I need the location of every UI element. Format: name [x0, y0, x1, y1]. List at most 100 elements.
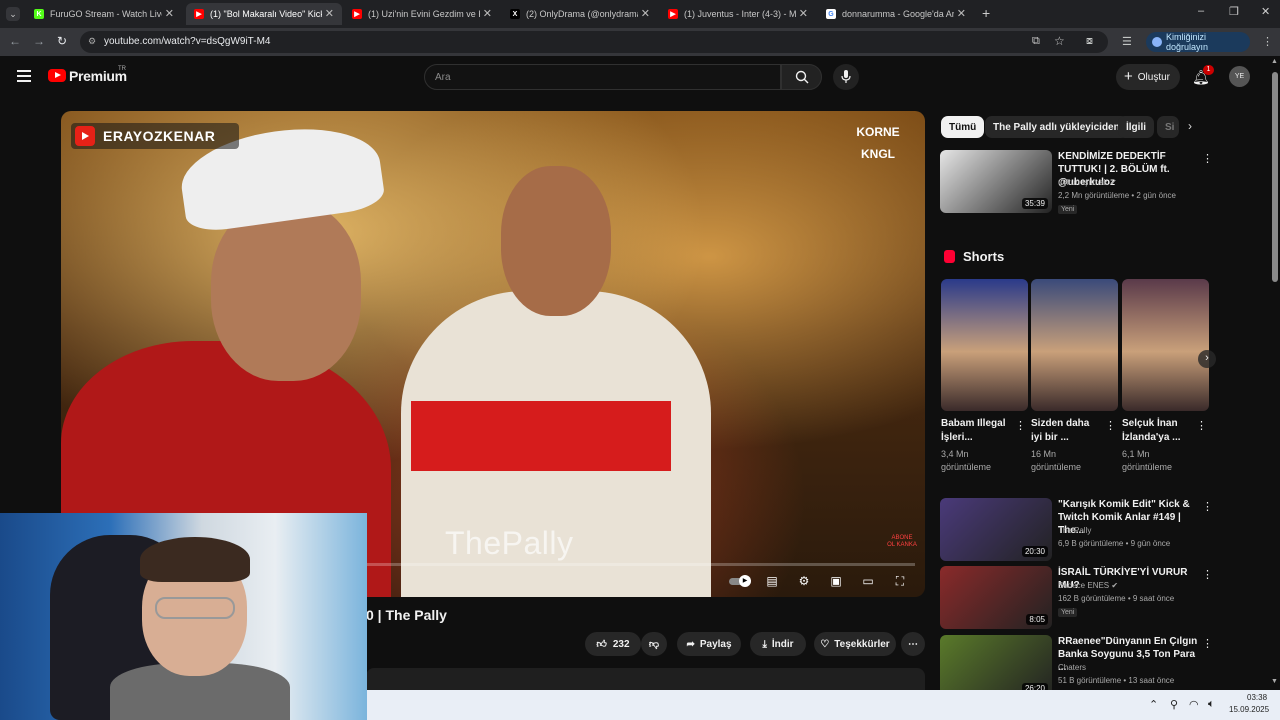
close-window-icon[interactable]: ✕ — [1261, 5, 1270, 18]
scrollbar-thumb[interactable] — [1272, 72, 1278, 282]
create-button[interactable]: + Oluştur — [1116, 64, 1180, 90]
site-info-icon[interactable]: ⚙ — [88, 36, 96, 47]
scroll-down-icon[interactable]: ▼ — [1271, 678, 1278, 685]
url-field[interactable]: ⚙ youtube.com/watch?v=dsQgW9iT-M4 ⧉ ☆ — [80, 31, 1108, 53]
tab-close-icon[interactable]: ✕ — [957, 7, 966, 20]
video-frame-flag — [411, 401, 671, 471]
theater-mode-icon[interactable]: ▭ — [859, 573, 877, 589]
short-title[interactable]: Sizden daha iyi bir ... — [1031, 417, 1101, 445]
browser-tab[interactable]: ▶ (1) "Bol Makaralı Video" Kick & ✕ — [186, 3, 342, 25]
like-button[interactable]: 👍︎ 232 — [585, 632, 641, 656]
chips-next-icon[interactable]: › — [1188, 119, 1192, 133]
recommended-video[interactable]: 20:30 "Karışık Komik Edit" Kick & Twitch … — [940, 498, 1213, 562]
autoplay-toggle[interactable]: ▶ — [727, 573, 753, 589]
download-button[interactable]: ⤓ İndir — [750, 632, 806, 656]
download-label: İndir — [771, 638, 794, 650]
reading-list-icon[interactable]: ☰ — [1122, 35, 1132, 48]
search-box[interactable] — [424, 64, 781, 90]
more-options-icon[interactable]: ⋮ — [1202, 152, 1213, 165]
more-options-icon[interactable]: ⋮ — [1202, 637, 1213, 650]
description-box[interactable] — [366, 668, 925, 690]
account-avatar[interactable]: YE — [1229, 66, 1250, 87]
bookmark-star-icon[interactable]: ☆ — [1054, 34, 1065, 48]
volume-icon[interactable]: 🔈︎ — [1208, 698, 1215, 711]
wifi-icon[interactable]: ◠ — [1189, 698, 1199, 711]
more-options-icon[interactable]: ⋮ — [1105, 419, 1116, 432]
filter-chip[interactable]: The Pally adlı yükleyiciden — [985, 116, 1128, 138]
short-thumbnail[interactable] — [941, 279, 1028, 411]
tab-favicon-icon: ▶ — [194, 9, 204, 19]
taskbar-clock-date[interactable]: 15.09.2025 — [1229, 705, 1269, 714]
channel-name[interactable]: The Pally — [1058, 526, 1091, 535]
video-thumbnail[interactable]: 26:20 — [940, 635, 1052, 698]
short-title[interactable]: Selçuk İnan İzlanda'ya ... — [1122, 417, 1192, 445]
browser-tab[interactable]: Gdonnarumma - Google'da Ara ✕ — [818, 3, 974, 25]
browser-tab[interactable]: ▶ (1) Juventus - Inter (4-3) - Maç ✕ — [660, 3, 816, 25]
tab-close-icon[interactable]: ✕ — [165, 7, 174, 20]
channel-name[interactable]: Orkun Işıtmak ✔ — [1058, 178, 1117, 187]
youtube-logo-icon[interactable] — [48, 69, 66, 82]
tab-close-icon[interactable]: ✕ — [325, 7, 334, 20]
channel-name[interactable]: Sadece ENES ✔ — [1058, 581, 1118, 590]
more-options-icon[interactable]: ⋮ — [1202, 568, 1213, 581]
filter-chip[interactable]: Tümü — [941, 116, 985, 138]
video-duration: 35:39 — [1021, 198, 1048, 209]
search-button[interactable] — [781, 64, 822, 90]
short-item[interactable]: Babam Illegal İşleri... 3,4 Mn görüntülem… — [941, 279, 1028, 472]
minimize-icon[interactable]: – — [1198, 5, 1204, 17]
taskbar-clock-time[interactable]: 03:38 — [1247, 693, 1267, 702]
subtitles-icon[interactable]: ▤ — [763, 573, 781, 589]
maximize-icon[interactable]: ❐ — [1229, 5, 1239, 18]
shorts-next-icon[interactable]: › — [1198, 350, 1216, 368]
tab-close-icon[interactable]: ✕ — [483, 7, 492, 20]
microphone-icon — [841, 70, 851, 83]
hamburger-menu-icon[interactable] — [17, 70, 31, 82]
back-icon[interactable]: ← — [9, 34, 21, 48]
verify-identity-button[interactable]: Kimliğinizi doğrulayın — [1146, 32, 1250, 52]
short-item[interactable]: Selçuk İnan İzlanda'ya ... 6,1 Mn görüntü… — [1122, 279, 1209, 472]
more-options-icon[interactable]: ⋮ — [1202, 500, 1213, 513]
browser-tab-bar: ⌄ KFuruGO Stream - Watch Live or✕▶(1) "B… — [0, 0, 1280, 28]
tab-close-icon[interactable]: ✕ — [799, 7, 808, 20]
browser-tab[interactable]: X (2) OnlyDrama (@onlydramaX)✕ — [502, 3, 658, 25]
scroll-up-icon[interactable]: ▲ — [1271, 58, 1278, 65]
recommended-video[interactable]: 8:05 İSRAİL TÜRKİYE'Yİ VURUR MU? Sadece EN… — [940, 566, 1213, 630]
miniplayer-icon[interactable]: ▣ — [827, 573, 845, 589]
filter-chip[interactable]: İlgili — [1118, 116, 1154, 138]
new-tab-icon[interactable]: + — [982, 5, 990, 21]
video-thumbnail[interactable]: 35:39 — [940, 150, 1052, 213]
extensions-icon[interactable]: ⧇ — [1086, 35, 1093, 48]
share-button[interactable]: ➦ Paylaş — [677, 632, 741, 656]
tray-overflow-icon[interactable]: ⌃ — [1149, 698, 1158, 711]
short-thumbnail[interactable] — [1122, 279, 1209, 411]
tab-close-icon[interactable]: ✕ — [641, 7, 650, 20]
more-options-icon[interactable]: ⋮ — [1196, 419, 1207, 432]
browser-tab[interactable]: ▶ (1) Uzi'nin Evini Gezdim ve Kur ✕ — [344, 3, 500, 25]
page-scrollbar[interactable]: ▲ ▼ — [1270, 56, 1280, 690]
browser-menu-icon[interactable]: ⋮ — [1262, 35, 1273, 48]
tab-title: FuruGO Stream - Watch Live or — [50, 9, 162, 19]
voice-search-button[interactable] — [833, 64, 859, 90]
tab-search-icon[interactable]: ⌄ — [6, 7, 20, 21]
dislike-button[interactable]: 👎︎ — [641, 632, 667, 656]
short-item[interactable]: Sizden daha iyi bir ... 16 Mn görüntüleme… — [1031, 279, 1118, 472]
network-icon[interactable]: ⚲ — [1170, 698, 1178, 711]
channel-name[interactable]: Chaters — [1058, 663, 1086, 672]
filter-chip[interactable]: Si — [1157, 116, 1179, 138]
forward-icon[interactable]: → — [33, 34, 45, 48]
video-thumbnail[interactable]: 20:30 — [940, 498, 1052, 561]
more-actions-button[interactable]: ⋯ — [901, 632, 925, 656]
browser-tab[interactable]: K FuruGO Stream - Watch Live or✕ — [26, 3, 182, 25]
short-title[interactable]: Babam Illegal İşleri... — [941, 417, 1011, 445]
short-thumbnail[interactable] — [1031, 279, 1118, 411]
recommended-video[interactable]: 35:39 KENDİMİZE DEDEKTİF TUTTUK! | 2. BÖL… — [940, 150, 1213, 214]
thanks-button[interactable]: ♡ Teşekkürler — [814, 632, 896, 656]
video-thumbnail[interactable]: 8:05 — [940, 566, 1052, 629]
more-options-icon[interactable]: ⋮ — [1015, 419, 1026, 432]
install-app-icon[interactable]: ⧉ — [1032, 35, 1040, 48]
settings-gear-icon[interactable]: ⚙ — [795, 573, 813, 589]
fullscreen-icon[interactable]: ⛶ — [891, 573, 909, 589]
search-input[interactable] — [435, 72, 765, 83]
video-meta: 2,2 Mn görüntüleme • 2 gün önce — [1058, 191, 1176, 200]
reload-icon[interactable]: ↻ — [57, 34, 67, 48]
